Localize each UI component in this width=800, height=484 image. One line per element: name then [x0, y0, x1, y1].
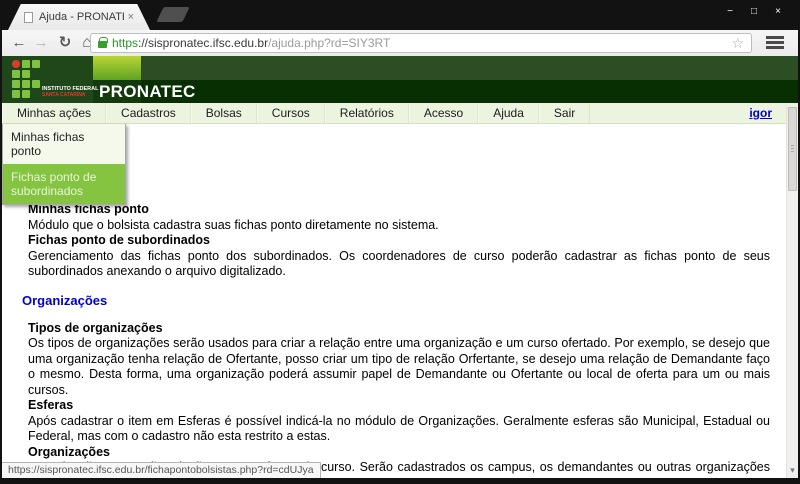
- dropdown-item-fichas-ponto-de-subordinados[interactable]: Fichas ponto de subordinados: [3, 164, 125, 204]
- menu-item-cadastros[interactable]: Cadastros: [106, 103, 191, 123]
- entry-term: Organizações: [22, 445, 770, 461]
- ifsc-logo-grid-icon: [11, 59, 41, 99]
- menu-item-cursos[interactable]: Cursos: [257, 103, 325, 123]
- section-title: Minhas ações: [22, 174, 770, 189]
- logo-line2: SANTA CATARINA: [42, 92, 98, 98]
- header-accent-block: [93, 56, 141, 80]
- main-menubar: Minhas açõesCadastrosBolsasCursosRelatór…: [2, 103, 798, 124]
- url-path: /ajuda.php?rd=SIY3RT: [268, 36, 390, 50]
- back-icon[interactable]: ←: [8, 32, 30, 54]
- url-host: ://sispronatec.ifsc.edu.br: [138, 36, 268, 50]
- titlebar: Ajuda - PRONATEC × − □ ×: [0, 0, 800, 30]
- app-header: INSTITUTO FEDERAL SANTA CATARINA PRONATE…: [2, 56, 798, 103]
- menu-item-ajuda[interactable]: Ajuda: [478, 103, 539, 123]
- forward-icon[interactable]: →: [30, 32, 52, 54]
- entry-desc: Gerenciamento das fichas ponto dos subor…: [22, 249, 770, 280]
- new-tab-button[interactable]: [156, 7, 189, 22]
- scrollbar-down-icon[interactable]: ▾: [787, 465, 798, 476]
- page-favicon-icon: [24, 12, 33, 23]
- menu-item-minhas-acoes[interactable]: Minhas ações: [2, 103, 106, 123]
- browser-toolbar: ← → ↻ ⌂ https ://sispronatec.ifsc.edu.br…: [2, 30, 798, 56]
- minhas-acoes-dropdown: Minhas fichas pontoFichas ponto de subor…: [2, 124, 126, 205]
- entry-term: Tipos de organizações: [22, 321, 770, 337]
- secure-lock-icon: [98, 41, 107, 48]
- status-link-tooltip: https://sispronatec.ifsc.edu.br/fichapon…: [2, 462, 321, 478]
- entry-term: Minhas fichas ponto: [22, 202, 770, 218]
- entry-desc: Os tipos de organizações serão usados pa…: [22, 336, 770, 398]
- menu-item-sair[interactable]: Sair: [539, 103, 590, 123]
- entry-term: Fichas ponto de subordinados: [22, 233, 770, 249]
- page-scrollbar[interactable]: ▾: [786, 105, 798, 478]
- ifsc-logo: INSTITUTO FEDERAL SANTA CATARINA: [2, 56, 93, 103]
- dropdown-item-minhas-fichas-ponto[interactable]: Minhas fichas ponto: [3, 124, 125, 164]
- url-scheme: https: [112, 36, 138, 50]
- close-button[interactable]: ×: [766, 5, 790, 19]
- menu-item-bolsas[interactable]: Bolsas: [191, 103, 257, 123]
- browser-viewport: ← → ↻ ⌂ https ://sispronatec.ifsc.edu.br…: [2, 30, 798, 478]
- browser-menu-icon[interactable]: [766, 36, 784, 49]
- user-link[interactable]: igor: [749, 103, 772, 123]
- help-section-organizacoes: Organizações Tipos de organizaçõesOs tipo…: [22, 293, 770, 479]
- url-bar[interactable]: https ://sispronatec.ifsc.edu.br /ajuda.…: [90, 33, 752, 53]
- app-title: PRONATEC: [99, 82, 196, 102]
- maximize-button[interactable]: □: [742, 5, 766, 19]
- menu-item-acesso[interactable]: Acesso: [409, 103, 478, 123]
- tab-close-icon[interactable]: ×: [128, 12, 134, 22]
- entry-desc: Módulo que o bolsista cadastra suas fich…: [22, 218, 770, 234]
- menu-item-relatorios[interactable]: Relatórios: [325, 103, 409, 123]
- menu-items: Minhas açõesCadastrosBolsasCursosRelatór…: [2, 103, 590, 123]
- browser-tab[interactable]: Ajuda - PRONATEC ×: [8, 4, 150, 30]
- entry-term: Esferas: [22, 398, 770, 414]
- browser-window: Ajuda - PRONATEC × − □ × ← → ↻ ⌂ https :…: [0, 0, 800, 484]
- entry-desc: Após cadastrar o item em Esferas é possí…: [22, 414, 770, 445]
- ifsc-logo-text: INSTITUTO FEDERAL SANTA CATARINA: [42, 86, 98, 98]
- tab-title: Ajuda - PRONATEC: [39, 11, 124, 23]
- help-section-minhas-acoes: Minhas ações Minhas fichas pontoMódulo qu…: [22, 174, 770, 280]
- bookmark-star-icon[interactable]: ☆: [731, 35, 744, 52]
- reload-icon[interactable]: ↻: [54, 32, 76, 54]
- minimize-button[interactable]: −: [718, 5, 742, 19]
- scrollbar-thumb[interactable]: [788, 107, 797, 191]
- window-controls: − □ ×: [718, 5, 790, 19]
- section-title: Organizações: [22, 293, 770, 308]
